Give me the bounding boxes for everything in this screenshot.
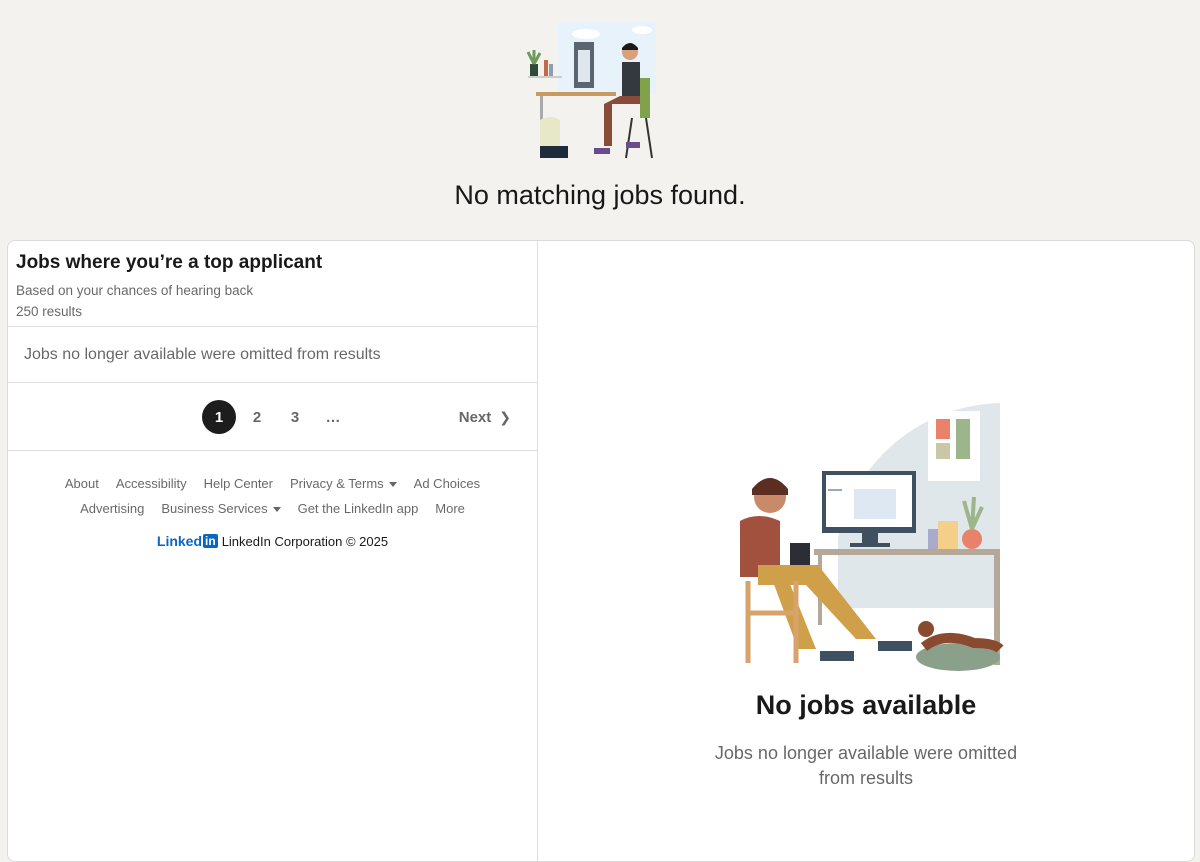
- page-3-button[interactable]: 3: [278, 400, 312, 434]
- jobs-list-title: Jobs where you’re a top applicant: [16, 252, 323, 273]
- omitted-jobs-note: Jobs no longer available were omitted fr…: [8, 327, 537, 383]
- page-2-button[interactable]: 2: [240, 400, 274, 434]
- chevron-right-icon: ❯: [499, 408, 511, 425]
- copyright-text: LinkedIn Corporation © 2025: [221, 533, 389, 549]
- pagination: 1 2 3 … Next ❯: [8, 383, 537, 451]
- footer-link-get-app[interactable]: Get the LinkedIn app: [298, 496, 419, 521]
- next-label: Next: [458, 408, 492, 426]
- footer-link-advertising[interactable]: Advertising: [80, 496, 144, 521]
- footer-link-accessibility[interactable]: Accessibility: [116, 471, 187, 496]
- footer-links-row-2: Advertising Business Services Get the Li…: [8, 496, 537, 521]
- footer-copyright: Linked in LinkedIn Corporation © 2025: [8, 533, 537, 549]
- logo-word: Linked: [156, 533, 203, 549]
- page-1-button[interactable]: 1: [202, 400, 236, 434]
- footer: About Accessibility Help Center Privacy …: [8, 451, 537, 549]
- footer-link-help-center[interactable]: Help Center: [204, 471, 273, 496]
- jobs-card: Jobs where you’re a top applicant Based …: [7, 240, 1195, 862]
- page-ellipsis-button[interactable]: …: [316, 400, 350, 434]
- job-detail-panel: No jobs available Jobs no longer availab…: [538, 241, 1194, 861]
- linkedin-logo: Linked in: [157, 533, 218, 549]
- no-matching-jobs-title: No matching jobs found.: [454, 180, 746, 210]
- person-at-desk-illustration: [526, 22, 656, 159]
- results-count: 250 results: [16, 304, 83, 319]
- footer-link-about[interactable]: About: [65, 471, 99, 496]
- logo-mark: in: [203, 534, 218, 548]
- jobs-list-header: Jobs where you’re a top applicant Based …: [8, 241, 537, 327]
- jobs-list-panel: Jobs where you’re a top applicant Based …: [8, 241, 538, 861]
- footer-link-more[interactable]: More: [435, 496, 465, 521]
- no-jobs-subtitle: Jobs no longer available were omitted fr…: [714, 743, 1018, 788]
- person-with-tablet-illustration: [740, 403, 1004, 671]
- no-jobs-title: No jobs available: [755, 690, 977, 720]
- footer-link-privacy-terms[interactable]: Privacy & Terms: [290, 471, 397, 496]
- footer-link-business-services[interactable]: Business Services: [161, 496, 280, 521]
- footer-links-row-1: About Accessibility Help Center Privacy …: [8, 471, 537, 496]
- jobs-list-subtitle: Based on your chances of hearing back: [16, 283, 254, 298]
- footer-link-ad-choices[interactable]: Ad Choices: [414, 471, 480, 496]
- next-page-button[interactable]: Next ❯: [459, 400, 511, 434]
